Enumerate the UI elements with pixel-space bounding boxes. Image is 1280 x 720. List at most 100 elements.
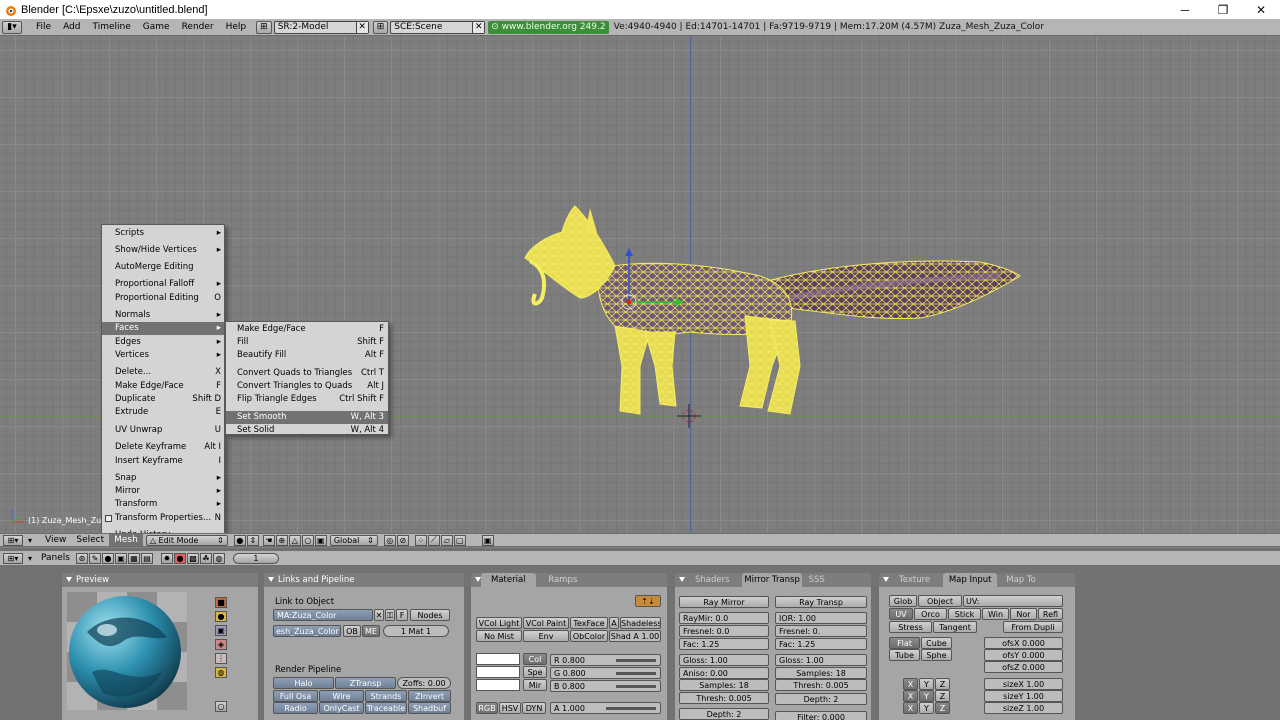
manipulator-hand-icon[interactable]: ☚ [262,534,275,546]
transp-setting-filter[interactable]: Filter: 0.000 [775,711,867,720]
mesh-menu-item-transform-properties[interactable]: Transform Properties... N [102,512,224,525]
lamp-icon[interactable]: ✹ [160,552,173,564]
no-mist-button[interactable]: No Mist [476,630,522,642]
color-swatch-mir[interactable] [476,679,520,691]
mesh-menu-item-proportional-falloff[interactable]: Proportional Falloff ▸ [102,278,224,291]
tab-map-to[interactable]: Map To [1000,573,1042,587]
shading-icon[interactable]: ● [101,552,114,564]
ofs-z-field[interactable]: ofsZ 0.000 [984,661,1063,673]
frame-field[interactable]: 1 [232,552,279,564]
logic-icon[interactable]: ⊛ [75,552,88,564]
material-fake-user-icon[interactable]: ⚿ [385,609,395,621]
nor-button[interactable]: Nor [1010,608,1037,620]
menu-view[interactable]: View [40,534,71,546]
translate-icon[interactable]: ⊕ [275,534,288,546]
cube-button[interactable]: Cube [921,637,952,649]
menu-game[interactable]: Game [137,20,176,35]
mesh-menu-item-uv-unwrap[interactable]: UV Unwrap U [102,424,224,437]
preview-sphere-icon[interactable]: ● [215,611,227,622]
axis-map-x-z[interactable]: Z [935,678,950,690]
mesh-menu-item-make-edge-face[interactable]: Make Edge/Face F [102,380,224,393]
from-dupli-button[interactable]: From Dupli [1003,621,1063,633]
mesh-menu-item-proportional-editing[interactable]: Proportional Editing O [102,292,224,305]
radio-button[interactable]: Radio [273,702,318,714]
faces-menu-item-set-smooth[interactable]: Set Smooth W, Alt 3 [226,411,388,424]
transp-setting-fac[interactable]: Fac: 1.25 [775,638,867,650]
tab-material[interactable]: Material [481,573,536,587]
copy-paste-icon[interactable]: ⇡⇣ [635,595,661,607]
axis-map-x-y[interactable]: Y [919,678,934,690]
sphe-button[interactable]: Sphe [921,649,952,661]
ray-mirror-button[interactable]: Ray Mirror [679,596,769,608]
mesh-menu-item-transform[interactable]: Transform ▸ [102,498,224,511]
radiosity-icon[interactable]: ☘ [199,552,212,564]
scene-field[interactable]: SCE:Scene ✕ [390,20,486,34]
mesh-menu-item-insert-keyframe[interactable]: Insert Keyframe I [102,455,224,468]
mirror-setting-fresnel[interactable]: Fresnel: 0.0 [679,625,769,637]
env-button[interactable]: Env [523,630,569,642]
collapse-header-icon[interactable]: ▾ [24,553,36,564]
mesh-menu-item-duplicate[interactable]: Duplicate Shift D [102,393,224,406]
onlycast-button[interactable]: OnlyCast [319,702,364,714]
stick-button[interactable]: Stick [948,608,981,620]
object-icon[interactable]: ▣ [114,552,127,564]
zinvert-button[interactable]: ZInvert [408,690,451,702]
axis-map-z-y[interactable]: Y [919,702,934,714]
shad-alpha-field[interactable]: Shad A 1.00 [609,630,661,642]
mesh-menu-item-delete-keyframe[interactable]: Delete Keyframe Alt I [102,441,224,454]
mirror-setting-thresh[interactable]: Thresh: 0.005 [679,692,769,704]
axis-map-y-y[interactable]: Y [919,690,934,702]
mirror-setting-gloss[interactable]: Gloss: 1.00 [679,654,769,666]
menu-mesh[interactable]: Mesh [109,534,143,546]
hsv-button[interactable]: HSV [499,702,521,714]
glob-button[interactable]: Glob [889,595,917,607]
texface-button[interactable]: TexFace [570,617,608,629]
mir-button[interactable]: Mir [523,679,547,691]
obcolor-button[interactable]: ObColor [570,630,608,642]
tangent-button[interactable]: Tangent [933,621,977,633]
strands-button[interactable]: Strands [365,690,407,702]
collapse-header-icon[interactable]: ▾ [24,535,36,546]
mesh-menu-item-delete[interactable]: Delete... X [102,366,224,379]
mirror-setting-samples[interactable]: Samples: 18 [679,679,769,691]
tube-button[interactable]: Tube [889,649,920,661]
mesh-menu-item-automerge-editing[interactable]: AutoMerge Editing [102,261,224,274]
red-slider[interactable]: R 0.800 [550,654,661,666]
orco-button[interactable]: Orco [914,608,947,620]
preview-plane-icon[interactable]: ■ [215,597,227,608]
faces-menu-item-flip-triangle-edges[interactable]: Flip Triangle Edges Ctrl Shift F [226,393,388,406]
material-f-button[interactable]: F [396,609,408,621]
rgb-button[interactable]: RGB [476,702,498,714]
win-button[interactable]: Win [982,608,1009,620]
preview-panel-title[interactable]: Preview [62,573,258,587]
editor-type-icon[interactable]: ⊞▾ [3,552,23,564]
material-unlink-icon[interactable]: ✕ [374,609,384,621]
tab-sss[interactable]: SSS [805,573,829,587]
menu-file[interactable]: File [30,20,57,35]
occlude-icon[interactable]: ▢ [453,534,466,546]
color-swatch-col[interactable] [476,653,520,665]
menu-add[interactable]: Add [57,20,86,35]
material-name-field[interactable]: MA:Zuza_Color [273,609,373,621]
scene-browse-icon[interactable]: ⊞ [372,20,389,34]
wire-button[interactable]: Wire [319,690,364,702]
preview-hair-icon[interactable]: ⋮ [215,653,227,664]
material-index-field[interactable]: 1 Mat 1 [383,625,449,637]
color-swatch-spe[interactable] [476,666,520,678]
screen-field[interactable]: SR:2-Model ✕ [273,20,369,34]
mirror-setting-aniso[interactable]: Aniso: 0.00 [679,667,769,679]
blue-slider[interactable]: B 0.800 [550,680,661,692]
shadeless-button[interactable]: Shadeless [620,617,661,629]
texface-alpha-button[interactable]: A [609,617,619,629]
scene-delete-icon[interactable]: ✕ [472,21,485,33]
transp-setting-depth[interactable]: Depth: 2 [775,693,867,705]
mesh-menu-item-mirror[interactable]: Mirror ▸ [102,485,224,498]
editor-type-icon[interactable]: ▮▾ [2,20,22,34]
uv-button[interactable]: UV [889,608,913,620]
minimize-button[interactable]: ─ [1166,0,1204,19]
preview-monkey-icon[interactable]: ◈ [215,639,227,650]
pivot-icon[interactable]: ⇕ [246,534,259,546]
faces-menu-item-beautify-fill[interactable]: Beautify Fill Alt F [226,349,388,362]
green-slider[interactable]: G 0.800 [550,667,661,679]
scene-icon[interactable]: ▤ [140,552,153,564]
